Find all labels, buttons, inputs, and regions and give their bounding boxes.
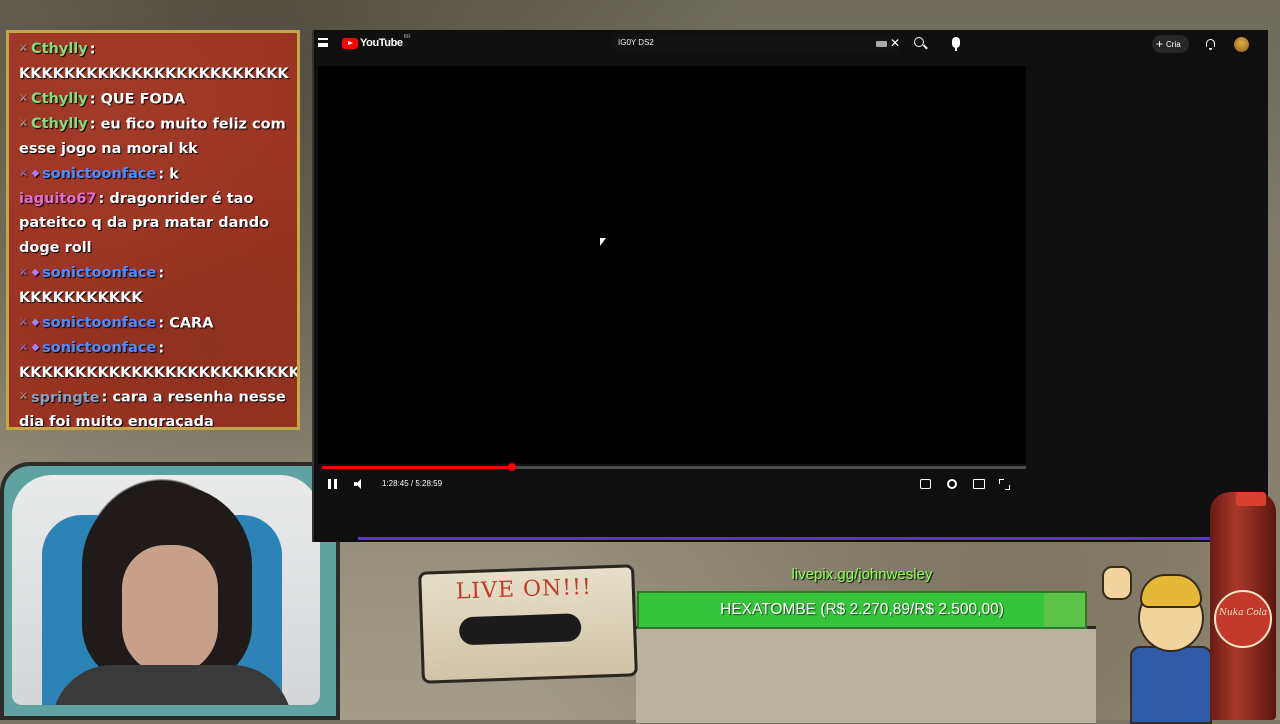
browser-window: YouTube BR IG0Y DS2 ✕ + Cria 1:28:45 / 5:… <box>312 30 1268 542</box>
vault-boy-hair <box>1140 574 1202 608</box>
chat-username[interactable]: sonictoonface <box>42 340 156 356</box>
chat-message-list: ⚔ Cthylly: KKKKKKKKKKKKKKKKKKKKKKKK ⚔ Cthyl… <box>9 33 297 427</box>
clear-search-icon[interactable]: ✕ <box>890 36 900 50</box>
video-progress-played <box>322 466 513 469</box>
fullscreen-icon[interactable] <box>999 479 1010 490</box>
chat-username[interactable]: Cthylly <box>31 91 88 107</box>
video-player[interactable]: 1:28:45 / 5:28:59 <box>318 66 1026 490</box>
chat-message: ⚔ Cthylly: QUE FODA <box>19 87 289 112</box>
chat-message: ⚔ springte: cara a resenha nesse dia foi … <box>19 385 289 427</box>
volume-icon[interactable] <box>354 479 366 489</box>
chat-message-text: QUE FODA <box>100 91 186 108</box>
chat-message: ⚔ Cthylly: eu fico muito feliz com esse j… <box>19 112 289 162</box>
youtube-play-icon <box>342 37 358 49</box>
cassette-label: LIVE ON!!! <box>455 574 593 605</box>
youtube-header: YouTube BR IG0Y DS2 ✕ + Cria <box>314 30 1268 58</box>
subscriber-badge-icon: ⚔ ◆ <box>19 167 40 179</box>
youtube-country-code: BR <box>403 34 411 40</box>
player-controls: 1:28:45 / 5:28:59 <box>318 474 1026 496</box>
microphone-icon[interactable] <box>952 37 960 51</box>
search-input-value: IG0Y DS2 <box>618 38 654 47</box>
settings-gear-icon[interactable] <box>947 479 957 489</box>
chat-message: ⚔ Cthylly: KKKKKKKKKKKKKKKKKKKKKKKK <box>19 37 289 87</box>
subscriber-badge-icon: ⚔ ◆ <box>19 341 40 353</box>
subscriber-badge-icon: ⚔ ◆ <box>19 266 40 278</box>
chat-username[interactable]: sonictoonface <box>42 265 156 281</box>
cassette-window <box>458 613 582 646</box>
vault-boy-body <box>1130 646 1212 724</box>
donation-goal-bar: HEXATOMBE (R$ 2.270,89/R$ 2.500,00) <box>637 591 1087 629</box>
youtube-logo[interactable]: YouTube BR <box>342 34 411 49</box>
search-icon[interactable] <box>912 35 930 53</box>
keyboard-icon[interactable] <box>876 41 887 47</box>
menu-icon[interactable] <box>318 38 328 47</box>
video-progress-bar[interactable] <box>322 463 1026 471</box>
moderator-badge-icon: ⚔ <box>19 391 28 403</box>
chat-username[interactable]: iaguito67 <box>19 191 97 207</box>
vault-boy-mascot <box>1102 560 1220 724</box>
donation-link-text: livepix.gg/johnwesley <box>791 566 933 583</box>
chat-message: ⚔ ◆ sonictoonface: k <box>19 162 289 187</box>
divider-line <box>358 537 1240 540</box>
thumbs-up-icon <box>1102 566 1132 600</box>
webcam-feed <box>12 475 320 705</box>
chat-message-text: KKKKKKKKKKK <box>19 289 143 306</box>
chat-message: ⚔ ◆ sonictoonface: KKKKKKKKKKK <box>19 261 289 311</box>
moderator-badge-icon: ⚔ <box>19 117 28 129</box>
user-avatar[interactable] <box>1234 37 1249 52</box>
chat-panel: ⚔ Cthylly: KKKKKKKKKKKKKKKKKKKKKKKK ⚔ Cthyl… <box>6 30 300 430</box>
moderator-badge-icon: ⚔ <box>19 92 28 104</box>
chat-message: ⚔ ◆ sonictoonface: KKKKKKKKKKKKKKKKKKKKKK… <box>19 336 297 386</box>
search-input[interactable]: IG0Y DS2 ✕ <box>610 34 902 54</box>
streamer-face <box>122 545 218 675</box>
subtitles-icon[interactable] <box>920 479 931 489</box>
video-scrubber-handle[interactable] <box>508 463 517 471</box>
chat-username[interactable]: sonictoonface <box>42 315 156 331</box>
youtube-logo-text: YouTube <box>360 37 403 49</box>
chat-message: ⚔ ◆ sonictoonface: CARA <box>19 311 289 336</box>
mouse-cursor-icon <box>600 238 606 246</box>
miniplayer-icon[interactable] <box>973 479 985 489</box>
nuka-cola-label: Nuka Cola <box>1214 590 1272 648</box>
time-display: 1:28:45 / 5:28:59 <box>382 479 443 488</box>
plus-icon: + <box>1156 37 1164 51</box>
cassette-tape-illustration: LIVE ON!!! <box>418 564 638 684</box>
chat-message-text: k <box>169 165 179 182</box>
streamer-shirt <box>52 665 292 705</box>
chat-message-text: KKKKKKKKKKKKKKKKKKKKKKKK <box>19 66 289 83</box>
chat-message-text: KKKKKKKKKKKKKKKKKKKKKKKKK <box>19 364 300 381</box>
chat-username[interactable]: springte <box>31 390 100 406</box>
subscriber-badge-icon: ⚔ ◆ <box>19 316 40 328</box>
chat-message-text: CARA <box>169 314 214 331</box>
chat-message: iaguito67: dragonrider é tao pateitco q … <box>19 190 270 257</box>
chat-username[interactable]: Cthylly <box>31 41 88 57</box>
bottle-cap <box>1236 492 1266 506</box>
create-button[interactable]: + Cria <box>1152 35 1189 53</box>
chat-username[interactable]: Cthylly <box>31 116 88 132</box>
pause-icon[interactable] <box>328 479 337 489</box>
notifications-bell-icon[interactable] <box>1206 39 1215 50</box>
donation-goal-text: HEXATOMBE (R$ 2.270,89/R$ 2.500,00) <box>720 601 1004 618</box>
retro-machine-illustration <box>636 626 1096 723</box>
create-button-label: Cria <box>1166 40 1181 49</box>
moderator-badge-icon: ⚔ <box>19 43 28 54</box>
chat-username[interactable]: sonictoonface <box>42 166 156 182</box>
